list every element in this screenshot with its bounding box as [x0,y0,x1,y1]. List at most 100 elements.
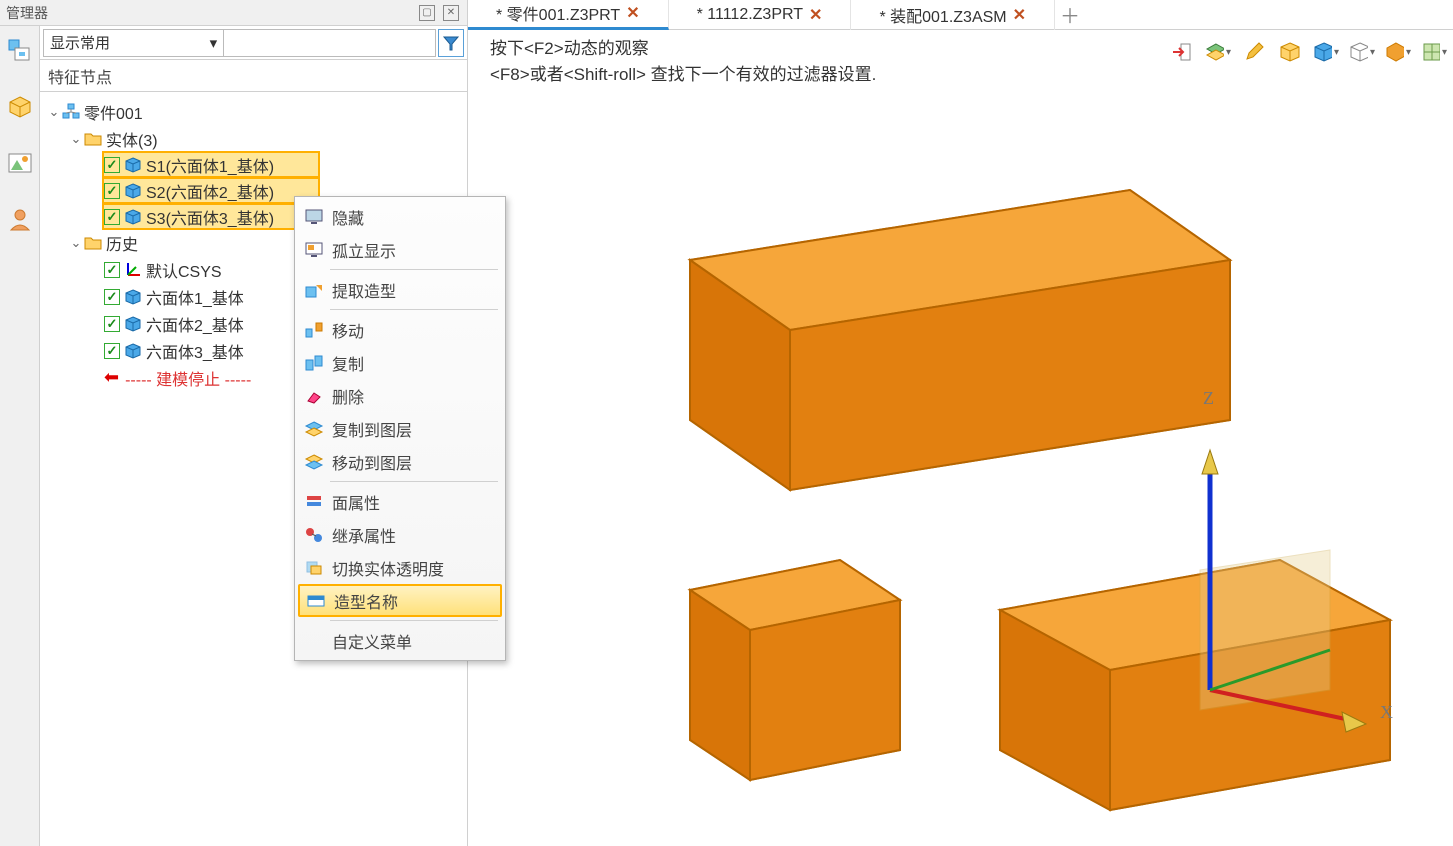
viewport-3d[interactable]: Z X [510,90,1453,846]
document-tabs: * 零件001.Z3PRT ✕ * 11112.Z3PRT ✕ * 装配001.… [468,0,1453,30]
tab-assembly001[interactable]: * 装配001.Z3ASM ✕ [851,0,1055,30]
checkbox-icon[interactable] [104,262,120,278]
cube-icon [124,315,142,333]
ctx-label: 删除 [332,384,364,408]
tree-solid-item[interactable]: S2(六面体2_基体) [102,177,320,204]
ctx-label: 复制 [332,351,364,375]
assembly-root-icon [62,103,80,121]
tab-part001[interactable]: * 零件001.Z3PRT ✕ [468,0,669,30]
tree-item-label: 六面体2_基体 [146,312,244,336]
restore-icon[interactable]: ▢ [419,5,435,21]
tree-history-label: 历史 [106,231,138,255]
axis-label-z: Z [1203,388,1214,409]
ctx-hide[interactable]: 隐藏 [298,200,502,233]
ctx-delete[interactable]: 删除 [298,379,502,412]
ctx-inherit-attr[interactable]: 继承属性 [298,518,502,551]
tree-item-label: S3(六面体3_基体) [146,205,274,229]
ctx-face-attr[interactable]: 面属性 [298,485,502,518]
layers-icon[interactable] [1205,39,1231,65]
cube-icon [124,288,142,306]
ctx-label: 造型名称 [334,589,398,613]
filter-row: 显示常用 ▾ [40,26,467,60]
section-header-label: 特征节点 [48,64,112,88]
blank-icon [302,630,326,652]
inherit-icon [302,524,326,546]
cube-icon [124,208,142,226]
solid-1 [690,190,1230,490]
cube-icon [124,182,142,200]
user-icon[interactable] [5,204,35,234]
ctx-copy[interactable]: 复制 [298,346,502,379]
separator [330,620,498,621]
tab-label: * 零件001.Z3PRT [496,1,620,25]
manager-window-buttons: ▢ ✕ [419,5,467,21]
filter-input[interactable] [224,29,436,57]
tab-label: * 装配001.Z3ASM [879,3,1006,27]
name-tag-icon [304,590,328,612]
filter-funnel-button[interactable] [438,29,464,57]
csys-icon [124,261,142,279]
tree-stop-label: ----- 建模停止 ----- [125,366,251,390]
checkbox-icon[interactable] [104,343,120,359]
tab-label: * 11112.Z3PRT [697,6,803,24]
transparency-icon [302,557,326,579]
checkbox-icon[interactable] [104,289,120,305]
tree-solids-folder[interactable]: ⌄ 实体(3) [40,125,467,152]
expander-icon[interactable]: ⌄ [68,131,84,147]
close-icon[interactable]: ✕ [626,3,639,23]
close-icon[interactable]: ✕ [1013,5,1026,25]
solid-3 [1000,560,1390,810]
chevron-down-icon: ▾ [210,34,218,52]
context-menu: 隐藏 孤立显示 提取造型 移动 复制 删除 复制到图层 移动到图层 面属性 继承… [294,196,506,661]
shaded-cube-icon[interactable] [1277,39,1303,65]
image-icon[interactable] [5,148,35,178]
face-attr-icon [302,491,326,513]
ctx-label: 继承属性 [332,523,396,547]
hex-icon[interactable] [1385,39,1411,65]
blue-cube-icon[interactable] [1313,39,1339,65]
tab-11112[interactable]: * 11112.Z3PRT ✕ [669,0,852,30]
ctx-label: 隐藏 [332,205,364,229]
ctx-move[interactable]: 移动 [298,313,502,346]
layers-move-icon [302,451,326,473]
axis-label-x: X [1380,702,1393,723]
expander-icon[interactable]: ⌄ [46,104,62,120]
assembly-icon[interactable] [5,36,35,66]
hint-line2: <F8>或者<Shift-roll> 查找下一个有效的过滤器设置. [490,62,876,88]
ctx-label: 提取造型 [332,278,396,302]
close-icon[interactable]: ✕ [443,5,459,21]
ctx-label: 移动 [332,318,364,342]
layers-copy-icon [302,418,326,440]
ctx-move-to-layer[interactable]: 移动到图层 [298,445,502,478]
pencil-icon[interactable] [1241,39,1267,65]
extract-icon [302,279,326,301]
ctx-copy-to-layer[interactable]: 复制到图层 [298,412,502,445]
separator [330,269,498,270]
tree-solid-item[interactable]: S1(六面体1_基体) [102,151,320,178]
solid-2 [690,560,900,780]
checkbox-icon[interactable] [104,316,120,332]
wire-cube-icon[interactable] [1349,39,1375,65]
part-icon[interactable] [5,92,35,122]
checkbox-icon[interactable] [104,157,120,173]
checkbox-icon[interactable] [104,209,120,225]
folder-icon [84,235,102,251]
ctx-customize[interactable]: 自定义菜单 [298,624,502,657]
tree-solid-item[interactable]: S3(六面体3_基体) [102,203,320,230]
ctx-isolate[interactable]: 孤立显示 [298,233,502,266]
checkbox-icon[interactable] [104,183,120,199]
expander-icon[interactable]: ⌄ [68,235,84,251]
tab-add-button[interactable]: ＋ [1055,0,1085,29]
exit-icon[interactable] [1169,39,1195,65]
viewport-canvas [510,90,1440,830]
filter-select[interactable]: 显示常用 ▾ [43,29,224,57]
ctx-extract[interactable]: 提取造型 [298,273,502,306]
tree-root[interactable]: ⌄ 零件001 [40,98,467,125]
viewport-hint: 按下<F2>动态的观察 <F8>或者<Shift-roll> 查找下一个有效的过… [490,36,876,88]
ctx-shape-name[interactable]: 造型名称 [298,584,502,617]
ctx-toggle-transparency[interactable]: 切换实体透明度 [298,551,502,584]
section-header: 特征节点 [40,60,467,92]
ctx-label: 移动到图层 [332,450,412,474]
grid-icon[interactable] [1421,39,1447,65]
close-icon[interactable]: ✕ [809,5,822,25]
